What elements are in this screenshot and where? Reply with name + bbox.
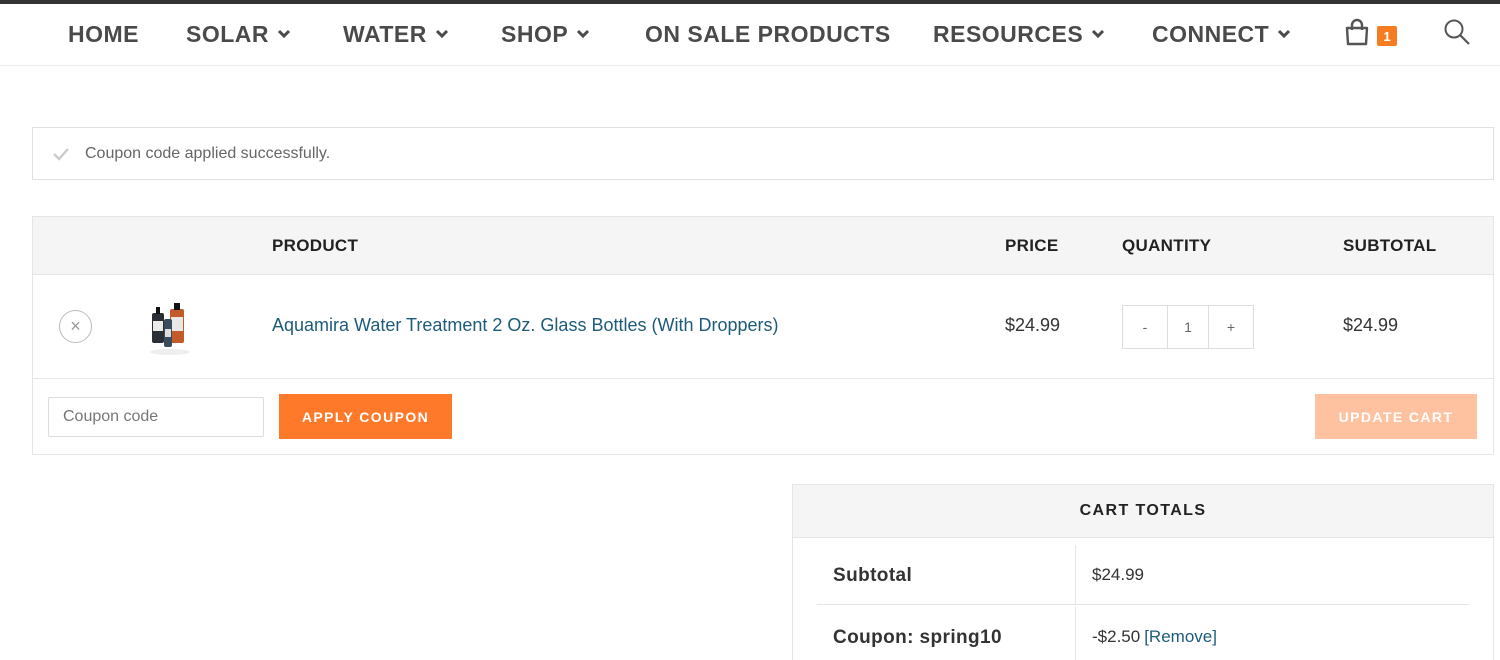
cart-count-badge: 1 [1377,26,1397,46]
apply-coupon-button[interactable]: APPLY COUPON [279,394,452,439]
nav-item-label: ON SALE PRODUCTS [645,20,891,47]
chevron-down-icon [576,29,590,39]
nav-item-label: RESOURCES [933,20,1084,47]
product-thumbnail[interactable] [145,301,195,357]
cart-totals: CART TOTALS Subtotal $24.99 Coupon: spri… [792,484,1494,660]
totals-row-coupon: Coupon: spring10 -$2.50 [Remove] [817,607,1469,660]
header-quantity: QUANTITY [1122,236,1212,255]
column-divider [1075,607,1076,660]
search-icon [1444,19,1470,45]
coupon-code-input[interactable] [48,397,264,437]
nav-item-label: HOME [68,20,139,47]
item-subtotal: $24.99 [1343,315,1399,335]
chevron-down-icon [277,29,291,39]
cart-button[interactable]: 1 [1340,16,1402,52]
totals-row-subtotal: Subtotal $24.99 [817,545,1469,605]
coupon-success-notice: Coupon code applied successfully. [32,127,1494,180]
nav-item-water[interactable]: WATER [343,20,449,48]
quantity-stepper: - + [1122,305,1254,349]
nav-item-solar[interactable]: SOLAR [186,20,291,48]
coupon-label: Coupon: spring10 [833,627,1002,648]
table-row: × Aquamira Water Treatment 2 Oz. Glass B… [33,275,1493,379]
main-nav: HOME SOLAR WATER SHOP ON SALE PRODUCTS R… [0,4,1500,66]
nav-item-label: SOLAR [186,20,269,47]
shopping-bag-icon [1345,18,1369,46]
header-price: PRICE [1005,236,1059,255]
item-price: $24.99 [1005,315,1061,335]
nav-item-home[interactable]: HOME [68,20,139,48]
quantity-input[interactable] [1167,306,1209,348]
quantity-increase-button[interactable]: + [1209,306,1253,348]
remove-coupon-link[interactable]: [Remove] [1144,627,1217,646]
header-product: PRODUCT [272,236,359,255]
remove-item-button[interactable]: × [59,310,92,343]
update-cart-button[interactable]: UPDATE CART [1315,394,1477,439]
nav-item-label: CONNECT [1152,20,1270,47]
chevron-down-icon [1277,29,1291,39]
header-subtotal: SUBTOTAL [1343,236,1437,255]
nav-item-label: WATER [343,20,427,47]
table-header: PRODUCT PRICE QUANTITY SUBTOTAL [33,217,1493,275]
check-icon [51,144,71,164]
cart-totals-title: CART TOTALS [793,485,1493,538]
notice-message: Coupon code applied successfully. [85,144,331,162]
close-icon: × [70,316,81,336]
subtotal-value: $24.99 [1092,565,1144,584]
search-button[interactable] [1443,18,1473,48]
cart-table: PRODUCT PRICE QUANTITY SUBTOTAL × Aquami… [32,216,1494,455]
nav-item-label: SHOP [501,20,569,47]
subtotal-label: Subtotal [833,565,913,586]
nav-item-shop[interactable]: SHOP [501,20,590,48]
product-name-link[interactable]: Aquamira Water Treatment 2 Oz. Glass Bot… [272,315,779,336]
cart-actions: APPLY COUPON UPDATE CART [33,379,1493,455]
nav-item-connect[interactable]: CONNECT [1152,20,1291,48]
chevron-down-icon [1091,29,1105,39]
nav-item-resources[interactable]: RESOURCES [933,20,1105,48]
coupon-discount: -$2.50 [Remove] [1092,627,1217,647]
nav-item-on-sale-products[interactable]: ON SALE PRODUCTS [645,20,891,48]
chevron-down-icon [435,29,449,39]
quantity-decrease-button[interactable]: - [1123,306,1167,348]
coupon-discount-value: -$2.50 [1092,627,1141,646]
column-divider [1075,545,1076,604]
